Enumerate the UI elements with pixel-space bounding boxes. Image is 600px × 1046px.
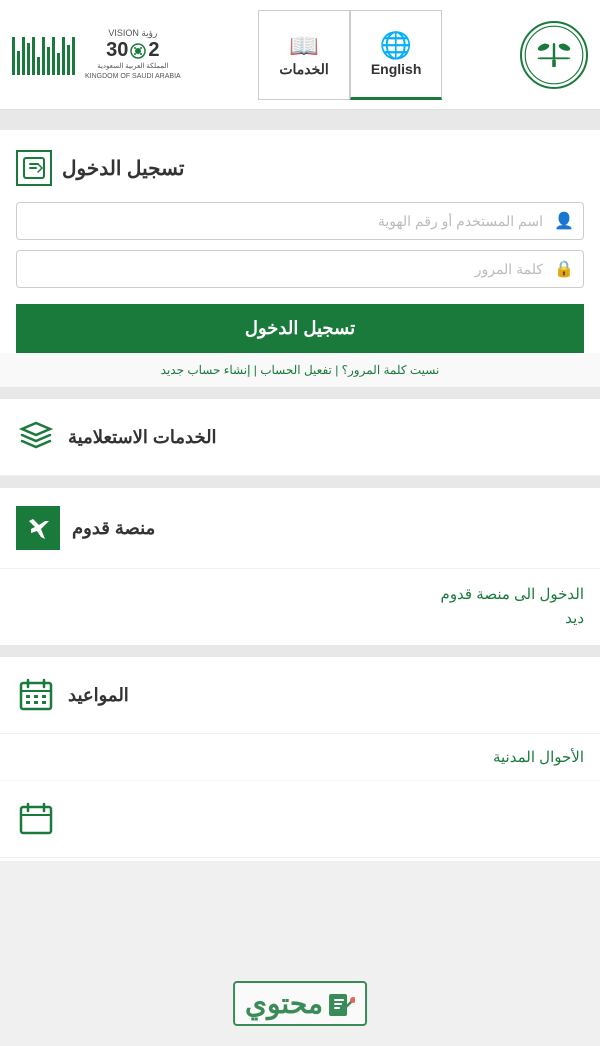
calendar-icon — [16, 675, 56, 715]
vision-year-prefix: 2 — [148, 39, 159, 62]
password-group: 🔒 — [16, 250, 584, 288]
vision-year-suffix: 30 — [106, 39, 128, 62]
lock-icon: 🔒 — [554, 259, 574, 279]
appointments-title: المواعيد — [68, 685, 129, 706]
login-header: تسجيل الدخول — [16, 150, 584, 186]
platform-link[interactable]: الدخول الى منصة قدومديد — [0, 569, 600, 645]
more-icon — [16, 799, 56, 839]
vision-line1: رؤية VISION — [108, 28, 157, 39]
logo-area — [520, 21, 588, 89]
inquiry-services-card: الخدمات الاستعلامية — [0, 399, 600, 476]
logo — [520, 21, 588, 89]
book-icon: 📖 — [289, 32, 319, 61]
username-input[interactable] — [16, 202, 584, 240]
login-icon — [16, 150, 52, 186]
watermark-text: محتوي — [245, 987, 323, 1020]
forgot-links-area: نسيت كلمة المرور؟ | تفعيل الحساب | إنشاء… — [0, 353, 600, 387]
tab-english[interactable]: 🌐 English — [350, 10, 443, 100]
more-appointments — [0, 781, 600, 861]
appointments-sub-title[interactable]: الأحوال المدنية — [0, 734, 600, 781]
platform-card: منصة قدوم الدخول الى منصة قدومديد — [0, 488, 600, 645]
tab-services[interactable]: 📖 الخدمات — [258, 10, 350, 100]
forgot-links-text[interactable]: نسيت كلمة المرور؟ | تفعيل الحساب | إنشاء… — [161, 363, 440, 377]
platform-link-text: الدخول الى منصة قدومديد — [441, 586, 584, 627]
inquiry-services-title: الخدمات الاستعلامية — [68, 427, 217, 448]
platform-header: منصة قدوم — [0, 488, 600, 569]
platform-title: منصة قدوم — [72, 518, 155, 539]
watermark: محتوي — [233, 981, 367, 1026]
tab-english-label: English — [371, 61, 422, 77]
user-icon: 👤 — [554, 211, 574, 231]
username-group: 👤 — [16, 202, 584, 240]
platform-icon — [16, 506, 60, 550]
password-input[interactable] — [16, 250, 584, 288]
vision-subtitle: المملكة العربية السعودية KINGDOM OF SAUD… — [85, 62, 181, 80]
login-section: تسجيل الدخول 👤 🔒 تسجيل الدخول نسيت كلمة … — [0, 130, 600, 387]
login-button[interactable]: تسجيل الدخول — [16, 304, 584, 353]
layers-icon — [16, 417, 56, 457]
vision-gear-icon — [130, 43, 146, 59]
barcode-icon — [12, 35, 75, 75]
vision-logo: رؤية VISION 2 30 المملكة العربية السعودي… — [85, 28, 181, 80]
appointments-header: المواعيد — [0, 657, 600, 734]
globe-icon: 🌐 — [380, 30, 412, 61]
header: 🌐 English 📖 الخدمات رؤية VISION 2 30 — [0, 0, 600, 110]
main-content: تسجيل الدخول 👤 🔒 تسجيل الدخول نسيت كلمة … — [0, 110, 600, 861]
inquiry-services-header: الخدمات الاستعلامية — [0, 399, 600, 476]
watermark-icon — [327, 990, 355, 1018]
appointments-card: المواعيد الأحوال المدنية — [0, 657, 600, 861]
vision-area: رؤية VISION 2 30 المملكة العربية السعودي… — [12, 28, 181, 80]
tab-services-label: الخدمات — [279, 61, 329, 78]
more-appointments-header — [0, 781, 600, 858]
login-title: تسجيل الدخول — [62, 156, 184, 181]
language-tabs: 🌐 English 📖 الخدمات — [258, 10, 442, 100]
